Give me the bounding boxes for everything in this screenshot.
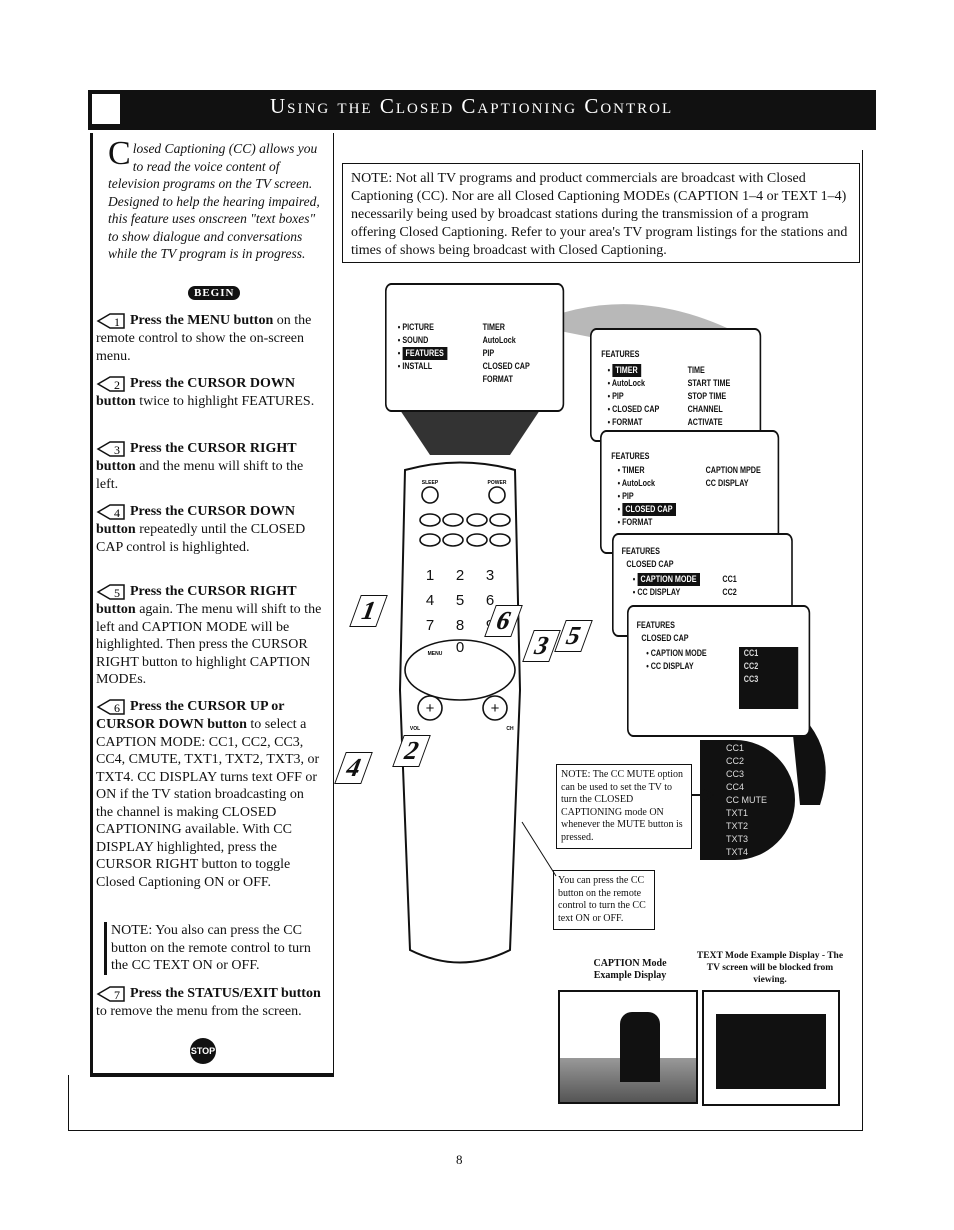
- sleep-label: SLEEP: [422, 480, 439, 486]
- menu-item: CC2: [726, 756, 745, 766]
- menu-subtitle: CLOSED CAP: [626, 559, 674, 569]
- menu-item: • CAPTION MODE: [646, 648, 707, 658]
- menu-item: CC2: [743, 661, 759, 671]
- menu-item: TXT3: [726, 834, 749, 844]
- menu-item: • CAPTION MODE: [633, 573, 700, 586]
- menu-item: CC1: [726, 743, 745, 753]
- remote-key-2: 2: [456, 567, 464, 584]
- features-menu-timer: FEATURES • TIMER • AutoLock • PIP • CLOSED …: [590, 328, 762, 442]
- menu-item: CC DISPLAY: [705, 478, 749, 488]
- menu-item: CC2: [722, 587, 737, 597]
- remote-key-5: 5: [456, 592, 464, 609]
- menu-item: CC3: [726, 769, 745, 779]
- menu-item: • TIMER: [608, 364, 660, 377]
- page-title: Using the Closed Captioning Control: [270, 94, 674, 118]
- menu-item: • FORMAT: [607, 417, 643, 427]
- menu-item: • PICTURE: [397, 322, 434, 332]
- remote-key-6: 6: [486, 592, 494, 609]
- remote-key-8: 8: [456, 617, 464, 634]
- menu-item: STOP TIME: [687, 391, 727, 401]
- remote-key-1: 1: [426, 567, 434, 584]
- arrow-icon: [688, 789, 714, 801]
- menu-item: FORMAT: [482, 374, 513, 384]
- caption-example-label: CAPTION Mode Example Display: [593, 958, 667, 981]
- svg-text:+: +: [491, 700, 500, 717]
- vol-label: VOL: [410, 726, 420, 732]
- remote-control-illustration: 1 2 3 4 5 6 7 8 9 0 ++ SLEEP POWER MENU …: [398, 461, 522, 964]
- ch-label: CH: [506, 726, 514, 732]
- menu-item: • CC DISPLAY: [646, 661, 694, 671]
- menu-item: TXT1: [726, 808, 749, 818]
- top-note: NOTE: Not all TV programs and product co…: [342, 163, 860, 263]
- menu-item: CAPTION MPDE: [705, 465, 761, 475]
- remote-key-0: 0: [456, 639, 464, 656]
- menu-item: PIP: [482, 348, 495, 358]
- menu-item: TIME: [687, 365, 705, 375]
- cc-mute-note: NOTE: The CC MUTE option can be used to …: [556, 764, 692, 849]
- menu-item: • FORMAT: [617, 517, 653, 527]
- menu-item: START TIME: [687, 378, 731, 388]
- menu-item: • AutoLock: [607, 378, 646, 388]
- menu-item: • CC DISPLAY: [632, 587, 681, 597]
- remote-key-3: 3: [486, 567, 494, 584]
- menu-item: • AutoLock: [617, 478, 656, 488]
- menu-subtitle: CLOSED CAP: [641, 633, 689, 643]
- menu-title: FEATURES: [611, 451, 650, 461]
- power-label: POWER: [488, 480, 507, 486]
- menu-item: CLOSED CAP: [482, 361, 530, 371]
- menu-item: • FEATURES: [398, 347, 447, 360]
- menu-item: CHANNEL: [687, 404, 723, 414]
- header-square-icon: [90, 92, 122, 126]
- menu-item: TXT2: [726, 821, 749, 831]
- menu-item: • SOUND: [397, 335, 429, 345]
- menu-item: • PIP: [617, 491, 634, 501]
- menu-item: TXT4: [726, 847, 749, 857]
- text-example-image: [702, 990, 840, 1106]
- menu-title: FEATURES: [601, 349, 640, 359]
- svg-text:+: +: [426, 700, 435, 717]
- menu-item: CC MUTE: [726, 795, 767, 805]
- menu-title: FEATURES: [636, 620, 675, 630]
- page-number: 8: [456, 1152, 463, 1167]
- remote-key-7: 7: [426, 617, 434, 634]
- pointer-line: [521, 821, 557, 877]
- caption-example-image: [558, 990, 698, 1104]
- menu-item: • CLOSED CAP: [618, 503, 676, 516]
- frame-edge: [68, 1075, 69, 1130]
- menu-item: • TIMER: [617, 465, 645, 475]
- menu-item: TIMER: [482, 322, 505, 332]
- menu-item: • INSTALL: [397, 361, 433, 371]
- menu-item: CC3: [743, 674, 759, 684]
- menu-item: • PIP: [607, 391, 624, 401]
- text-example-label: TEXT Mode Example Display - The TV scree…: [696, 951, 844, 985]
- menu-item: CC4: [726, 782, 745, 792]
- menu-label: MENU: [428, 651, 443, 657]
- remote-key-4: 4: [426, 592, 434, 609]
- menu-title: FEATURES: [621, 546, 660, 556]
- menu-item: CC1: [722, 574, 737, 584]
- manual-page: Using the Closed Captioning Control Clos…: [0, 0, 954, 1230]
- caption-mode-menu: FEATURES CLOSED CAP • CAPTION MODE • CC D…: [627, 605, 811, 737]
- menu-item: ACTIVATE: [687, 417, 723, 427]
- menu-item: CC1: [743, 648, 759, 658]
- menu-item: AutoLock: [482, 335, 516, 345]
- cc-button-note: You can press the CC button on the remot…: [553, 870, 655, 930]
- main-menu-screen: • PICTURE • SOUND • FEATURES • INSTALL TIME…: [385, 283, 565, 412]
- menu-item: • CLOSED CAP: [607, 404, 660, 414]
